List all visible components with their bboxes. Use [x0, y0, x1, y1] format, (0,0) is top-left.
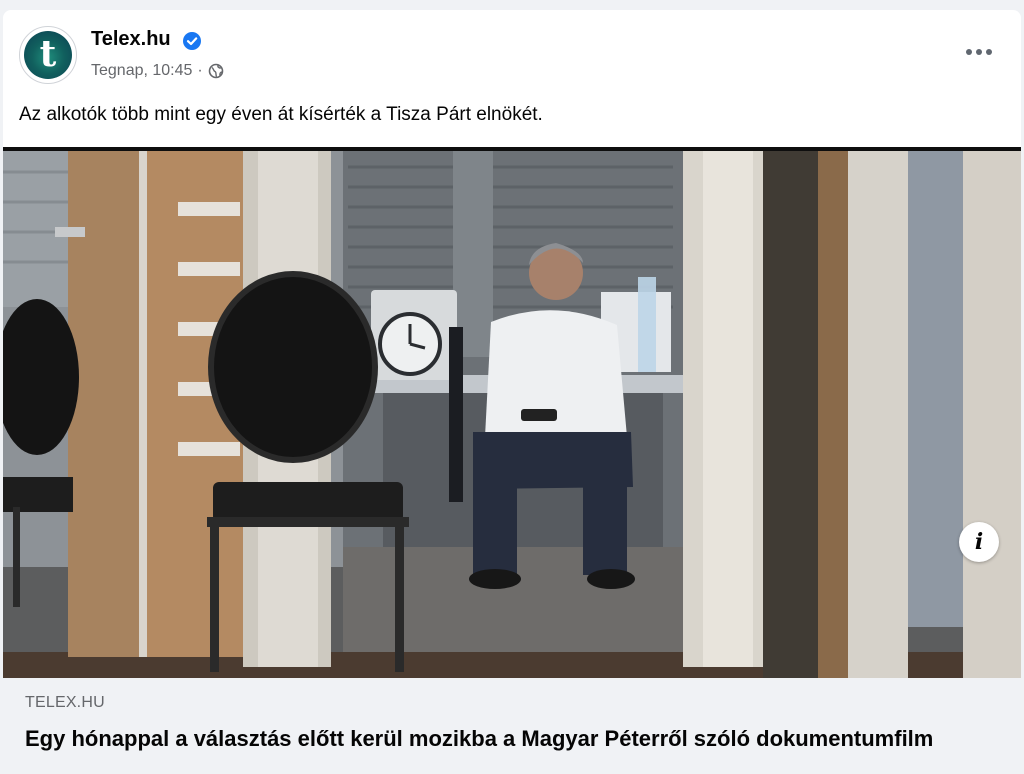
post-timestamp[interactable]: Tegnap, 10:45 [91, 62, 192, 80]
telex-logo: t [24, 31, 72, 79]
post-message: Az alkotók több mint egy éven át kísérté… [19, 104, 543, 125]
meta-separator: · [197, 62, 203, 79]
more-options-button[interactable] [961, 40, 997, 64]
link-title[interactable]: Egy hónappal a választás előtt kerül moz… [25, 724, 991, 754]
link-preview-caption[interactable]: TELEX.HU Egy hónappal a választás előtt … [3, 678, 1021, 774]
link-preview-image[interactable] [3, 147, 1021, 678]
page-name-link[interactable]: Telex.hu [91, 28, 171, 51]
globe-icon [208, 63, 224, 79]
more-dot [966, 49, 972, 55]
more-dot [976, 49, 982, 55]
info-button[interactable]: i [959, 522, 999, 562]
office-scene-image [3, 147, 1021, 678]
more-dot [986, 49, 992, 55]
post-header: t Telex.hu Tegnap, 10:45 · [3, 10, 1021, 90]
feed-post: t Telex.hu Tegnap, 10:45 · Az alkotók tö… [3, 10, 1021, 774]
verified-badge-icon [183, 32, 201, 50]
post-meta: Tegnap, 10:45 · [91, 62, 224, 80]
page-avatar[interactable]: t [19, 26, 77, 84]
link-domain: TELEX.HU [25, 694, 105, 711]
